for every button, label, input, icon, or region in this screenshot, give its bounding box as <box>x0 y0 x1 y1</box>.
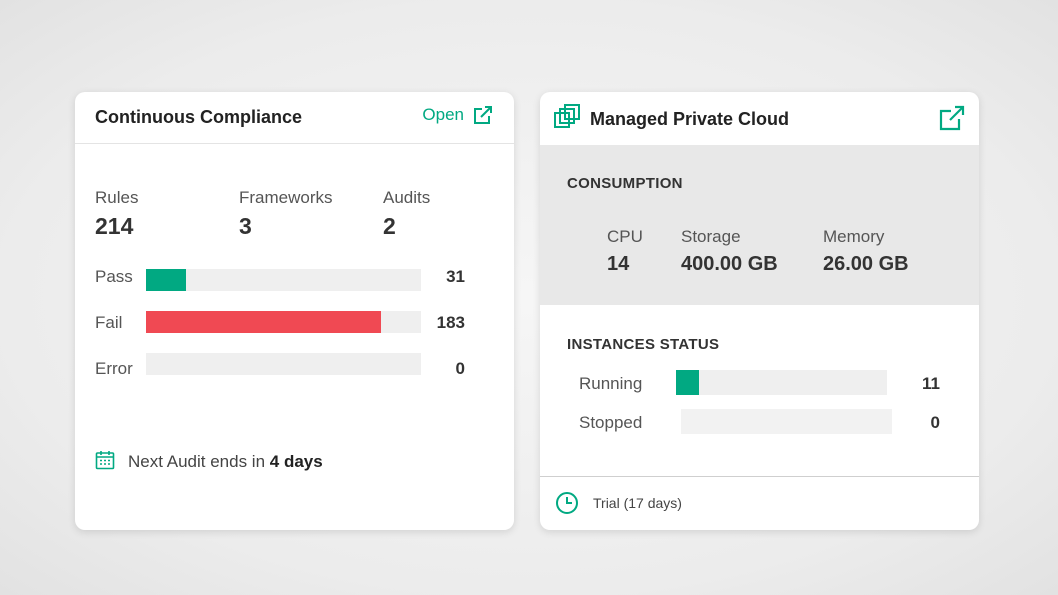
bar-count-error: 0 <box>455 359 465 378</box>
bar-track-fail <box>146 311 421 333</box>
bar-track-stopped <box>681 409 892 434</box>
cloud-card: Managed Private Cloud CONSUMPTION CPU 14… <box>540 92 979 530</box>
stat-value-rules: 214 <box>95 213 134 239</box>
external-link-icon <box>474 106 492 124</box>
bar-label-running: Running <box>579 374 643 393</box>
bar-label-stopped: Stopped <box>579 413 643 432</box>
compliance-title: Continuous Compliance <box>95 107 302 127</box>
cloud-footer: Trial (17 days) <box>540 476 979 530</box>
clock-icon <box>556 492 578 514</box>
external-link-icon[interactable] <box>938 104 966 132</box>
next-audit-text: Next Audit ends in 4 days <box>128 452 323 472</box>
open-label: Open <box>422 105 464 124</box>
consumption-panel: CONSUMPTION CPU 14 Storage 400.00 GB Mem… <box>540 145 979 305</box>
stat-value-frameworks: 3 <box>239 213 252 239</box>
bar-count-fail: 183 <box>436 313 465 332</box>
cloud-card-header: Managed Private Cloud <box>540 92 979 145</box>
bar-count-running: 11 <box>922 374 940 393</box>
consumption-value-memory: 26.00 GB <box>823 253 909 275</box>
compliance-card: Continuous Compliance Open Rules 214 Fra… <box>75 92 514 530</box>
cloud-servers-icon <box>554 104 580 128</box>
bar-fill-running <box>676 370 700 395</box>
consumption-label-memory: Memory <box>823 227 885 246</box>
bar-track-running <box>676 370 887 395</box>
bar-track-pass <box>146 269 421 291</box>
consumption-label-cpu: CPU <box>607 227 643 246</box>
bar-label-error: Error <box>95 359 133 378</box>
bar-fill-fail <box>146 311 382 333</box>
calendar-icon <box>95 451 115 470</box>
consumption-label-storage: Storage <box>681 227 741 246</box>
bar-track-error <box>146 353 421 375</box>
bar-count-stopped: 0 <box>930 413 940 432</box>
bar-label-pass: Pass <box>95 267 133 286</box>
bar-label-fail: Fail <box>95 313 123 332</box>
compliance-card-header: Continuous Compliance Open <box>75 92 514 144</box>
consumption-heading: CONSUMPTION <box>567 175 683 192</box>
stat-value-audits: 2 <box>383 213 396 239</box>
cloud-title: Managed Private Cloud <box>590 109 790 129</box>
next-audit-prefix: Next Audit ends in <box>128 452 266 471</box>
consumption-value-storage: 400.00 GB <box>681 253 778 275</box>
trial-text: Trial (17 days) <box>593 495 682 511</box>
stat-label-rules: Rules <box>95 188 139 207</box>
bar-fill-pass <box>146 269 187 291</box>
stat-label-audits: Audits <box>383 188 431 207</box>
stat-label-frameworks: Frameworks <box>239 188 333 207</box>
instances-heading: INSTANCES STATUS <box>567 336 720 353</box>
open-link[interactable]: Open <box>422 104 494 126</box>
next-audit-days: 4 days <box>269 452 323 471</box>
bar-count-pass: 31 <box>446 267 465 286</box>
consumption-value-cpu: 14 <box>607 253 630 275</box>
